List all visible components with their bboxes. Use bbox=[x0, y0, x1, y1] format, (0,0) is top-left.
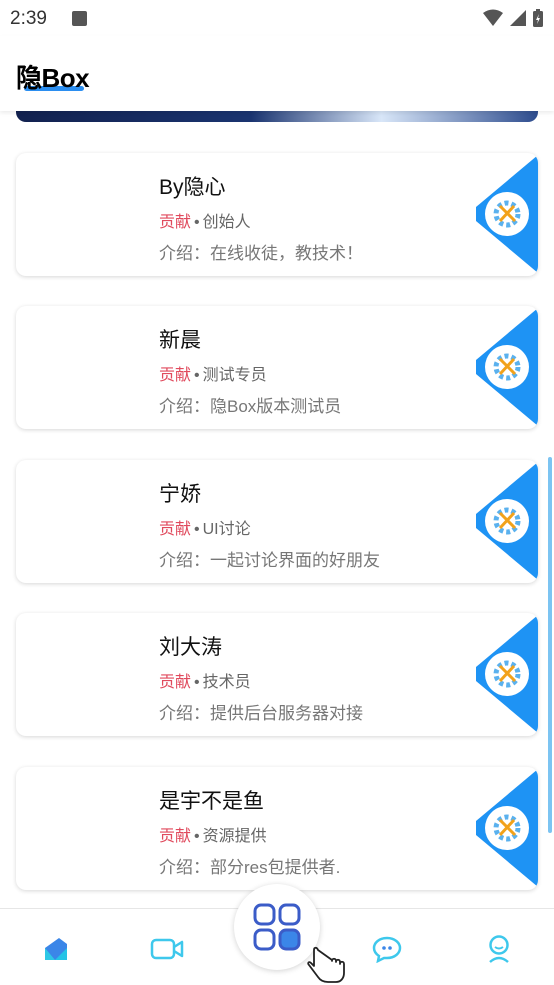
member-card[interactable]: 刘大涛 贡献 • 技术员 介绍：提供后台服务器对接 bbox=[16, 613, 538, 736]
member-role: 贡献 • 技术员 bbox=[159, 668, 251, 692]
contribution-tag: 贡献 bbox=[159, 367, 192, 384]
gear-badge-icon bbox=[476, 769, 538, 887]
member-role: 贡献 • 测试专员 bbox=[159, 361, 267, 385]
contribution-tag: 贡献 bbox=[159, 214, 192, 231]
nav-chat[interactable] bbox=[370, 933, 404, 965]
wifi-icon bbox=[483, 9, 503, 26]
contribution-tag: 贡献 bbox=[159, 828, 192, 845]
video-icon bbox=[150, 938, 184, 960]
chat-icon bbox=[372, 936, 402, 963]
status-bar: 2:39 bbox=[0, 0, 554, 36]
contribution-tag: 贡献 bbox=[159, 521, 192, 538]
pointer-hand-icon bbox=[307, 946, 345, 983]
battery-icon bbox=[533, 9, 543, 27]
member-name: 是宇不是鱼 bbox=[159, 790, 264, 813]
nav-home[interactable] bbox=[38, 933, 72, 965]
gear-badge-icon bbox=[476, 155, 538, 273]
separator-dot: • bbox=[194, 367, 200, 384]
separator-dot: • bbox=[194, 214, 200, 231]
scrollbar[interactable] bbox=[548, 457, 552, 833]
apps-icon bbox=[253, 903, 301, 951]
member-name: 新晨 bbox=[159, 329, 201, 352]
member-intro: 介绍：一起讨论界面的好朋友 bbox=[159, 551, 380, 570]
member-intro: 介绍：隐Box版本测试员 bbox=[159, 397, 342, 416]
gear-badge-icon bbox=[476, 308, 538, 426]
member-card[interactable]: 新晨 贡献 • 测试专员 介绍：隐Box版本测试员 bbox=[16, 306, 538, 429]
member-name: 宁娇 bbox=[159, 483, 201, 506]
gear-badge-icon bbox=[476, 615, 538, 733]
notification-icon bbox=[72, 11, 87, 26]
role-text: 资源提供 bbox=[202, 828, 267, 845]
member-role: 贡献 • 资源提供 bbox=[159, 822, 267, 846]
role-text: UI讨论 bbox=[202, 521, 251, 538]
separator-dot: • bbox=[194, 521, 200, 538]
signal-icon bbox=[510, 10, 526, 26]
member-card[interactable]: 宁娇 贡献 • UI讨论 介绍：一起讨论界面的好朋友 bbox=[16, 460, 538, 583]
member-role: 贡献 • 创始人 bbox=[159, 208, 251, 232]
status-time: 2:39 bbox=[10, 8, 47, 29]
home-icon bbox=[45, 938, 67, 960]
nav-profile[interactable] bbox=[482, 933, 516, 965]
gear-badge-icon bbox=[476, 462, 538, 580]
role-text: 技术员 bbox=[202, 674, 251, 691]
member-role: 贡献 • UI讨论 bbox=[159, 515, 251, 539]
profile-icon bbox=[489, 935, 509, 963]
member-name: 刘大涛 bbox=[159, 636, 222, 659]
member-intro: 介绍：部分res包提供者. bbox=[159, 858, 341, 877]
member-intro: 介绍：在线收徒，教技术！ bbox=[159, 244, 363, 263]
role-text: 创始人 bbox=[202, 214, 251, 231]
member-intro: 介绍：提供后台服务器对接 bbox=[159, 704, 363, 723]
member-card[interactable]: By隐心 贡献 • 创始人 介绍：在线收徒，教技术！ bbox=[16, 153, 538, 276]
nav-video[interactable] bbox=[150, 933, 184, 965]
contribution-tag: 贡献 bbox=[159, 674, 192, 691]
role-text: 测试专员 bbox=[202, 367, 267, 384]
member-name: By隐心 bbox=[159, 176, 226, 199]
separator-dot: • bbox=[194, 674, 200, 691]
separator-dot: • bbox=[194, 828, 200, 845]
page-title: 隐Box bbox=[16, 63, 90, 93]
member-card[interactable]: 是宇不是鱼 贡献 • 资源提供 介绍：部分res包提供者. bbox=[16, 767, 538, 890]
status-icons bbox=[482, 8, 544, 28]
app-bar: 隐Box bbox=[0, 36, 554, 111]
